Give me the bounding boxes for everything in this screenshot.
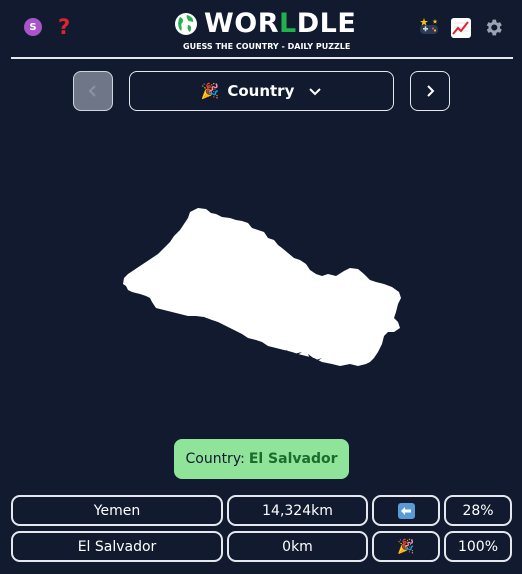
party-popper-icon: 🎉: [397, 538, 415, 555]
mode-label: Country: [227, 82, 295, 100]
app-subtitle: GUESS THE COUNTRY - DAILY PUZZLE: [183, 42, 351, 51]
answer-value: El Salvador: [248, 451, 338, 467]
chevron-down-icon: [309, 88, 322, 96]
stats-icon[interactable]: [451, 18, 471, 38]
app-logo: WORLDLE: [174, 10, 356, 38]
next-button[interactable]: [410, 71, 450, 111]
games-icon[interactable]: [418, 17, 440, 37]
app-header: S ? WORLDLE GUESS THE COUNTRY - DAILY PU…: [0, 0, 522, 60]
guess-direction: 🎉: [372, 531, 440, 562]
guess-distance: 0km: [227, 531, 368, 562]
guess-direction: [372, 495, 440, 526]
help-icon[interactable]: ?: [58, 14, 70, 40]
guess-proximity: 28%: [444, 495, 512, 526]
guess-distance: 14,324km: [227, 495, 368, 526]
guess-country: Yemen: [11, 495, 223, 526]
chevron-left-icon: [88, 85, 96, 97]
guess-proximity: 100%: [444, 531, 512, 562]
guess-country: El Salvador: [11, 531, 223, 562]
chevron-right-icon: [427, 85, 435, 97]
answer-banner: Country: El Salvador: [174, 439, 349, 479]
previous-button[interactable]: [73, 71, 113, 111]
country-silhouette: [123, 208, 401, 366]
game-mode-select[interactable]: 🎉 Country: [129, 71, 394, 111]
header-divider: [11, 57, 513, 59]
gear-icon[interactable]: [483, 17, 504, 38]
user-avatar[interactable]: S: [24, 18, 42, 36]
answer-label: Country:: [185, 451, 245, 467]
globe-icon: [175, 13, 197, 35]
west-arrow-icon: [397, 502, 415, 519]
app-title: WORLDLE: [204, 8, 357, 39]
party-popper-icon: 🎉: [200, 82, 220, 100]
